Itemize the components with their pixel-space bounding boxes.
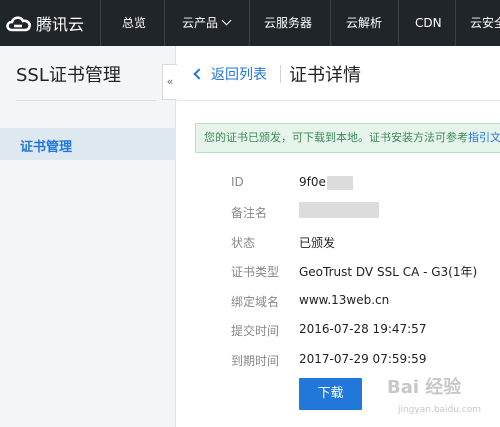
nav-item-cdn[interactable]: CDN bbox=[415, 0, 442, 46]
field-label-cert-type: 证书类型 bbox=[231, 265, 280, 279]
top-navigation-bar: 腾讯云 总览 云产品 云服务器 云解析 CDN 云安全 bbox=[0, 0, 500, 46]
nav-separator bbox=[398, 0, 399, 46]
field-value-alias bbox=[299, 202, 379, 218]
nav-separator bbox=[455, 0, 456, 46]
nav-separator bbox=[164, 0, 165, 46]
field-value-domain: www.13web.cn bbox=[299, 293, 390, 307]
chevron-down-icon bbox=[221, 15, 232, 26]
nav-item-products[interactable]: 云产品 bbox=[182, 0, 232, 46]
field-value-submit-time: 2016-07-28 19:47:57 bbox=[299, 322, 427, 336]
sidebar-item-label: 证书管理 bbox=[20, 140, 73, 155]
nav-item-security[interactable]: 云安全 bbox=[470, 0, 500, 46]
sidebar-item-cert-management[interactable]: 证书管理 bbox=[0, 128, 176, 160]
tencent-cloud-logo[interactable]: 腾讯云 bbox=[4, 11, 84, 35]
field-label-status: 状态 bbox=[231, 236, 256, 250]
header-divider bbox=[177, 100, 500, 101]
nav-item-cvm[interactable]: 云服务器 bbox=[264, 0, 312, 46]
sidebar-divider bbox=[16, 100, 156, 101]
redacted-block bbox=[299, 202, 379, 218]
sidebar-title: SSL证书管理 bbox=[16, 65, 121, 86]
back-to-list-link[interactable]: 返回列表 bbox=[193, 64, 267, 84]
field-label-submit-time: 提交时间 bbox=[231, 324, 280, 338]
page-title: 证书详情 bbox=[289, 65, 361, 86]
notice-text: 您的证书已颁发，可下载到本地。证书安装方法可参考 bbox=[204, 131, 468, 144]
field-value-cert-type: GeoTrust DV SSL CA - G3(1年) bbox=[299, 265, 478, 279]
sidebar: SSL证书管理 证书管理 bbox=[0, 46, 176, 427]
baidu-jingyan-watermark: Bai 经验 bbox=[387, 377, 462, 398]
redacted-block bbox=[326, 175, 353, 190]
cloud-logo-icon bbox=[6, 16, 31, 32]
field-label-expire-time: 到期时间 bbox=[231, 354, 280, 368]
nav-separator bbox=[330, 0, 331, 46]
logo-text: 腾讯云 bbox=[36, 15, 85, 34]
guide-doc-link[interactable]: 指引文档 bbox=[468, 131, 500, 144]
title-separator bbox=[280, 65, 281, 83]
nav-separator bbox=[100, 0, 101, 46]
field-value-status: 已颁发 bbox=[299, 236, 336, 250]
field-value-expire-time: 2017-07-29 07:59:59 bbox=[299, 352, 427, 366]
id-value-text: 9f0e bbox=[299, 175, 326, 189]
success-notice: 您的证书已颁发，可下载到本地。证书安装方法可参考指引文档 bbox=[195, 123, 500, 153]
field-value-id: 9f0e bbox=[299, 175, 353, 190]
nav-item-products-label: 云产品 bbox=[182, 16, 219, 30]
nav-separator bbox=[249, 0, 250, 46]
watermark-url: jingyan.baidu.com bbox=[398, 405, 482, 415]
collapse-sidebar-button[interactable]: « bbox=[162, 64, 177, 100]
nav-item-dns[interactable]: 云解析 bbox=[346, 0, 382, 46]
main-content: 返回列表 证书详情 您的证书已颁发，可下载到本地。证书安装方法可参考指引文档 I… bbox=[177, 46, 500, 427]
back-link-label: 返回列表 bbox=[211, 67, 267, 83]
field-label-domain: 绑定域名 bbox=[231, 295, 280, 309]
field-label-id: ID bbox=[231, 175, 244, 189]
field-label-alias: 备注名 bbox=[231, 206, 268, 220]
download-button[interactable]: 下载 bbox=[299, 378, 362, 410]
chevron-left-icon bbox=[193, 68, 205, 80]
nav-item-overview[interactable]: 总览 bbox=[122, 0, 146, 46]
